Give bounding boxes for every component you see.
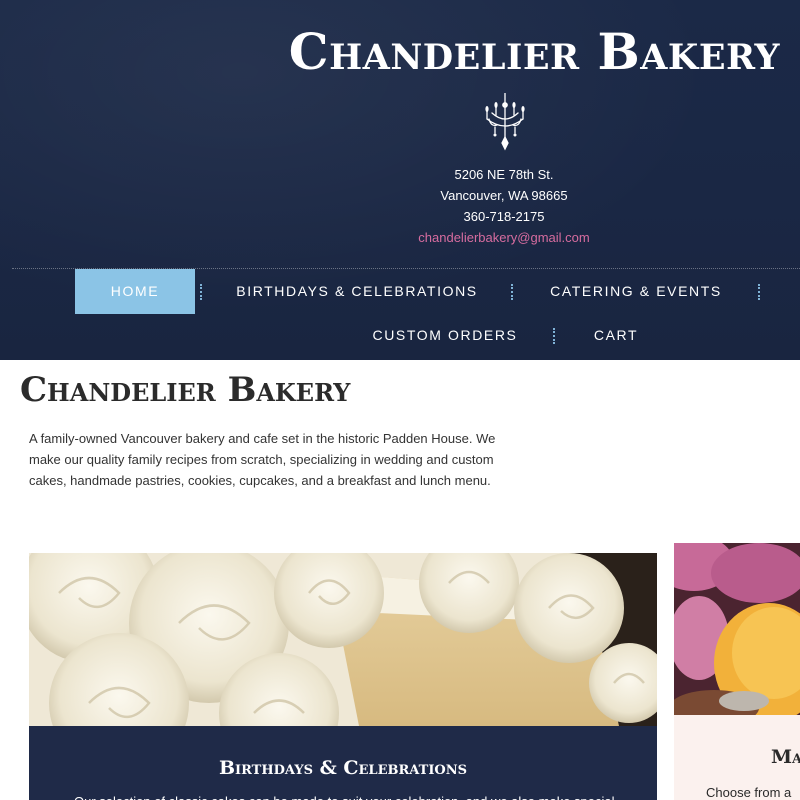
birthdays-celebrations-card[interactable]: Birthdays & Celebrations Our selection o… (29, 553, 657, 800)
site-header: Chandelier Bakery 5206 NE 78th St. Vanco… (0, 0, 800, 360)
address-line2: Vancouver, WA 98665 (440, 188, 568, 203)
contact-block: 5206 NE 78th St. Vancouver, WA 98665 360… (404, 164, 604, 248)
nav-separator (511, 284, 513, 300)
frosted-cake-photo[interactable] (29, 553, 657, 726)
macarons-card[interactable]: Ma Choose from a (674, 543, 800, 800)
card-title[interactable]: Birthdays & Celebrations (29, 756, 657, 780)
chandelier-icon (485, 93, 525, 151)
card-description: Our selection of classic cakes can be ma… (74, 792, 614, 800)
page-title: Chandelier Bakery (20, 370, 351, 410)
nav-separator (200, 284, 202, 300)
nav-item-catering-events[interactable]: CATERING & EVENTS (545, 269, 727, 314)
nav-item-cart[interactable]: CART (584, 313, 648, 358)
card-caption: Birthdays & Celebrations Our selection o… (29, 726, 657, 800)
nav-separator (553, 328, 555, 344)
macarons-photo[interactable] (674, 543, 800, 715)
phone-number[interactable]: 360-718-2175 (404, 206, 604, 227)
card-description: Choose from a (706, 785, 792, 800)
address-line1: 5206 NE 78th St. (454, 167, 554, 182)
nav-item-custom-orders[interactable]: CUSTOM ORDERS (365, 313, 525, 358)
card-title[interactable]: Ma (771, 745, 800, 769)
nav-separator (758, 284, 760, 300)
site-title[interactable]: Chandelier Bakery (200, 22, 780, 82)
nav-item-home[interactable]: HOME (75, 269, 195, 314)
nav-item-birthdays-celebrations[interactable]: BIRTHDAYS & CELEBRATIONS (232, 269, 482, 314)
card-caption: Ma Choose from a (674, 715, 800, 800)
email-link[interactable]: chandelierbakery@gmail.com (404, 227, 604, 248)
intro-text: A family-owned Vancouver bakery and cafe… (29, 431, 496, 488)
